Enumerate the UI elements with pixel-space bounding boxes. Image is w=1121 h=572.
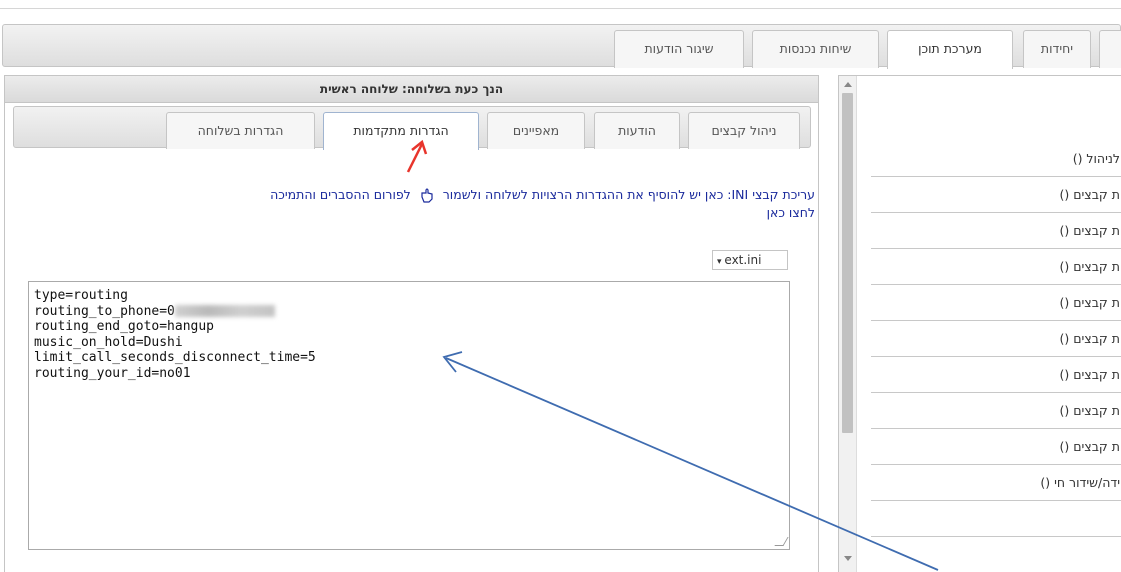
pointing-hand-icon xyxy=(421,187,433,203)
scrollbar-thumb[interactable] xyxy=(842,93,853,433)
code-line-text: routing_to_phone=0 xyxy=(34,303,175,319)
tab-incoming-calls[interactable]: שיחות נכנסות xyxy=(752,30,879,68)
sidebar-item[interactable]: ת קבצים () xyxy=(871,249,1121,285)
scroll-up-icon[interactable] xyxy=(844,82,852,87)
sidebar-item-empty xyxy=(871,501,1121,537)
panel-header: הנך כעת בשלוחה: שלוחה ראשית xyxy=(5,76,818,103)
ini-code-editor[interactable]: type=routing routing_to_phone=0 routing_… xyxy=(28,281,790,550)
tab-content-system[interactable]: מערכת תוכן xyxy=(887,30,1013,69)
sidebar-item[interactable]: ידה/שידור חי () xyxy=(871,465,1121,501)
subtab-extension-settings[interactable]: הגדרות בשלוחה xyxy=(166,112,315,149)
sidebar-menu-panel: לניהול () ת קבצים () ת קבצים () ת קבצים … xyxy=(838,75,1121,572)
red-annotation-arrow xyxy=(406,139,428,173)
subtab-properties[interactable]: מאפיינים xyxy=(487,112,585,149)
scroll-down-icon[interactable] xyxy=(844,556,852,561)
sidebar-item[interactable]: ת קבצים () xyxy=(871,357,1121,393)
sidebar-item[interactable]: ת קבצים () xyxy=(871,393,1121,429)
code-line: type=routing xyxy=(34,288,128,303)
ini-info-text: עריכת קבצי INI: כאן יש להוסיף את ההגדרות… xyxy=(60,186,815,221)
subtab-messages[interactable]: הודעות xyxy=(594,112,680,149)
vertical-scrollbar[interactable] xyxy=(839,76,857,572)
sidebar-item[interactable]: ת קבצים () xyxy=(871,285,1121,321)
code-line: routing_your_id=no01 xyxy=(34,365,191,381)
code-line: limit_call_seconds_disconnect_time=5 xyxy=(34,350,316,365)
click-here-link[interactable]: לחצו כאן xyxy=(767,205,815,220)
tab-overflow[interactable] xyxy=(1099,30,1121,68)
subtab-file-management[interactable]: ניהול קבצים xyxy=(688,112,800,149)
ini-file-select-value: ext.ini xyxy=(724,253,762,267)
code-line: routing_end_goto=hangup xyxy=(34,319,215,334)
forum-link[interactable]: לפורום ההסברים והתמיכה xyxy=(270,187,411,202)
sidebar-item[interactable]: ת קבצים () xyxy=(871,213,1121,249)
code-line: routing_to_phone=0 xyxy=(34,304,784,320)
ini-file-select[interactable]: ▾ ext.ini xyxy=(712,250,788,270)
top-divider xyxy=(0,8,1121,9)
sidebar-item[interactable]: ת קבצים () xyxy=(871,177,1121,213)
code-line: music_on_hold=Dushi xyxy=(34,334,183,350)
sidebar-item[interactable]: ת קבצים () xyxy=(871,321,1121,357)
main-tab-bar: יחידות מערכת תוכן שיחות נכנסות שיגור הוד… xyxy=(2,24,1121,69)
redacted-phone xyxy=(174,305,275,317)
ini-instructions: עריכת קבצי INI: כאן יש להוסיף את ההגדרות… xyxy=(442,187,815,202)
tab-send-messages[interactable]: שיגור הודעות xyxy=(614,30,744,68)
sidebar-item[interactable]: ת קבצים () xyxy=(871,429,1121,465)
sidebar-item[interactable]: לניהול () xyxy=(871,141,1121,177)
tab-units[interactable]: יחידות xyxy=(1023,30,1091,68)
resize-grip-icon[interactable] xyxy=(774,537,789,546)
